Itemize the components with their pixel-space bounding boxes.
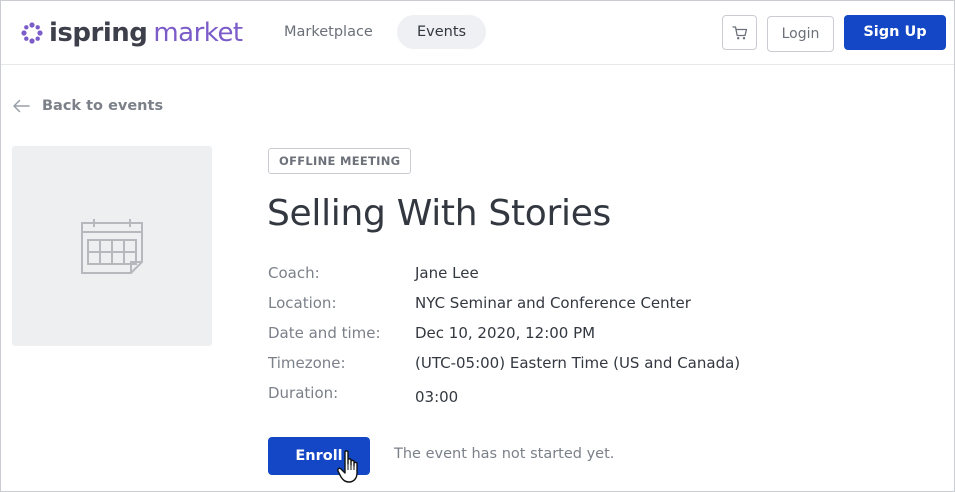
arrow-left-icon xyxy=(13,99,30,113)
event-title: Selling With Stories xyxy=(267,193,611,234)
detail-label: Location: xyxy=(268,294,337,312)
detail-value: NYC Seminar and Conference Center xyxy=(415,294,691,312)
back-link-label: Back to events xyxy=(42,98,164,114)
hand-pointer-cursor-icon xyxy=(337,450,358,483)
nav-marketplace[interactable]: Marketplace xyxy=(264,15,393,49)
logo[interactable]: ispring market xyxy=(21,18,243,48)
detail-label: Duration: xyxy=(268,384,339,402)
nav-events[interactable]: Events xyxy=(397,15,487,49)
back-to-events-link[interactable]: Back to events xyxy=(12,93,163,119)
login-button[interactable]: Login xyxy=(767,16,834,52)
logo-brand-text: ispring xyxy=(49,18,148,48)
logo-sparkle-icon xyxy=(21,22,43,44)
detail-value: (UTC-05:00) Eastern Time (US and Canada) xyxy=(415,354,741,372)
detail-label: Date and time: xyxy=(268,324,381,342)
detail-value: 03:00 xyxy=(415,388,459,406)
detail-label: Timezone: xyxy=(268,354,346,372)
detail-value: Dec 10, 2020, 12:00 PM xyxy=(415,324,596,342)
detail-value: Jane Lee xyxy=(415,264,479,282)
logo-product-text: market xyxy=(153,18,243,48)
calendar-icon xyxy=(81,219,143,274)
cart-icon xyxy=(731,25,747,39)
event-type-badge: OFFLINE MEETING xyxy=(268,148,412,174)
sign-up-button[interactable]: Sign Up xyxy=(844,15,946,50)
detail-label: Coach: xyxy=(268,264,320,282)
top-header: ispring market Marketplace Events Login S… xyxy=(1,1,954,65)
event-status-text: The event has not started yet. xyxy=(394,446,615,462)
cart-button[interactable] xyxy=(722,15,757,50)
event-thumbnail xyxy=(12,146,212,346)
